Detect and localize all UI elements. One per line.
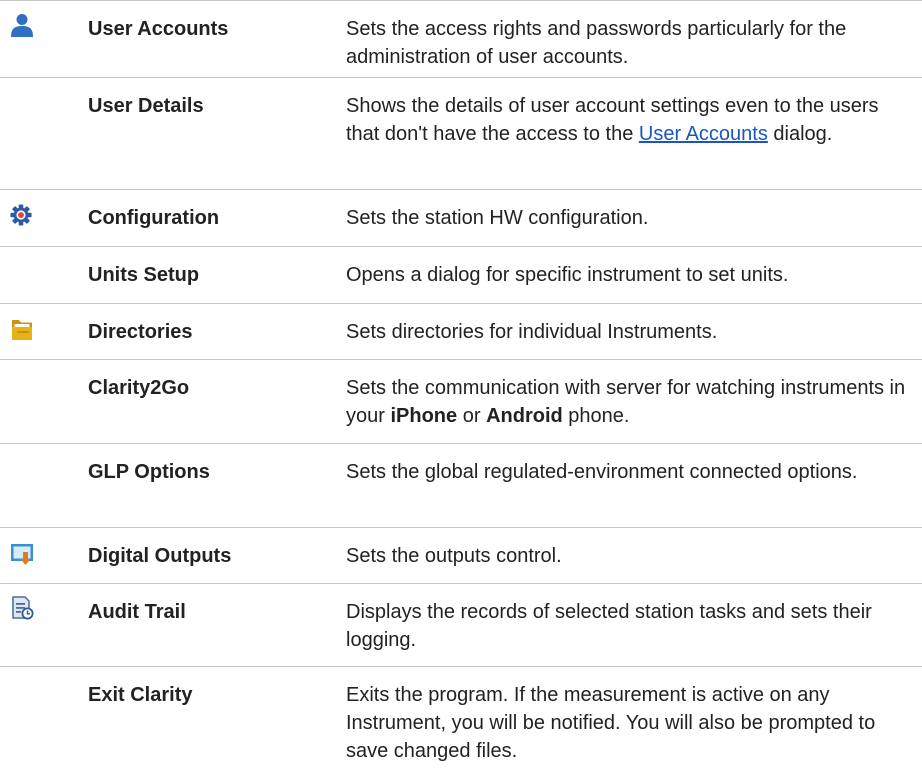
table-row-digital-outputs: Digital Outputs Sets the outputs control… — [0, 528, 922, 584]
table-row-glp-options: GLP Options Sets the global regulated-en… — [0, 444, 922, 528]
android-text: Android — [486, 405, 563, 427]
command-description: Shows the details of user account settin… — [346, 78, 922, 189]
icon-cell — [0, 360, 88, 443]
command-name: Units Setup — [88, 264, 200, 286]
command-description: Sets the global regulated-environment co… — [346, 461, 858, 483]
table-row-audit-trail: Audit Trail Displays the records of sele… — [0, 584, 922, 667]
digital-outputs-icon — [11, 544, 33, 565]
table-row-clarity2go: Clarity2Go Sets the communication with s… — [0, 360, 922, 444]
command-description: Sets the station HW configuration. — [346, 207, 649, 229]
iphone-text: iPhone — [390, 405, 458, 427]
icon-cell — [0, 247, 88, 303]
menu-commands-table: User Accounts Sets the access rights and… — [0, 0, 922, 771]
command-description: Opens a dialog for specific instrument t… — [346, 264, 789, 286]
command-description: Sets directories for individual Instrume… — [346, 321, 718, 343]
icon-cell — [0, 667, 88, 778]
command-name: Directories — [88, 321, 193, 343]
icon-cell — [0, 528, 88, 583]
command-name: User Details — [88, 95, 204, 117]
gear-icon — [10, 204, 32, 226]
table-row-exit-clarity: Exit Clarity Exits the program. If the m… — [0, 667, 922, 771]
icon-cell — [0, 190, 88, 246]
command-name: User Accounts — [88, 18, 229, 40]
command-name: Exit Clarity — [88, 684, 193, 706]
table-row-units-setup: Units Setup Opens a dialog for specific … — [0, 247, 922, 304]
user-icon — [11, 14, 33, 37]
icon-cell — [0, 584, 88, 667]
command-name: Configuration — [88, 207, 220, 229]
description-text: dialog. — [773, 123, 833, 145]
command-name: GLP Options — [88, 461, 210, 483]
command-name: Digital Outputs — [88, 545, 232, 567]
table-row-configuration: Configuration Sets the station HW config… — [0, 190, 922, 247]
command-name: Audit Trail — [88, 601, 186, 623]
command-description: Sets the access rights and passwords par… — [346, 18, 847, 68]
folder-icon — [12, 320, 32, 340]
command-name: Clarity2Go — [88, 377, 190, 399]
table-row-directories: Directories Sets directories for individ… — [0, 304, 922, 360]
icon-cell — [0, 304, 88, 359]
command-description: Sets the communication with server for w… — [346, 360, 922, 443]
icon-cell — [0, 1, 88, 84]
icon-cell — [0, 444, 88, 527]
command-description: Exits the program. If the measurement is… — [346, 684, 876, 762]
icon-cell — [0, 78, 88, 189]
description-text: or — [462, 405, 481, 427]
user-accounts-link[interactable]: User Accounts — [639, 123, 768, 145]
audit-trail-icon — [12, 596, 34, 620]
table-row-user-details: User Details Shows the details of user a… — [0, 78, 922, 190]
command-description: Sets the outputs control. — [346, 545, 562, 567]
description-text: phone. — [568, 405, 630, 427]
command-description: Displays the records of selected station… — [346, 601, 872, 651]
table-row-user-accounts: User Accounts Sets the access rights and… — [0, 1, 922, 78]
